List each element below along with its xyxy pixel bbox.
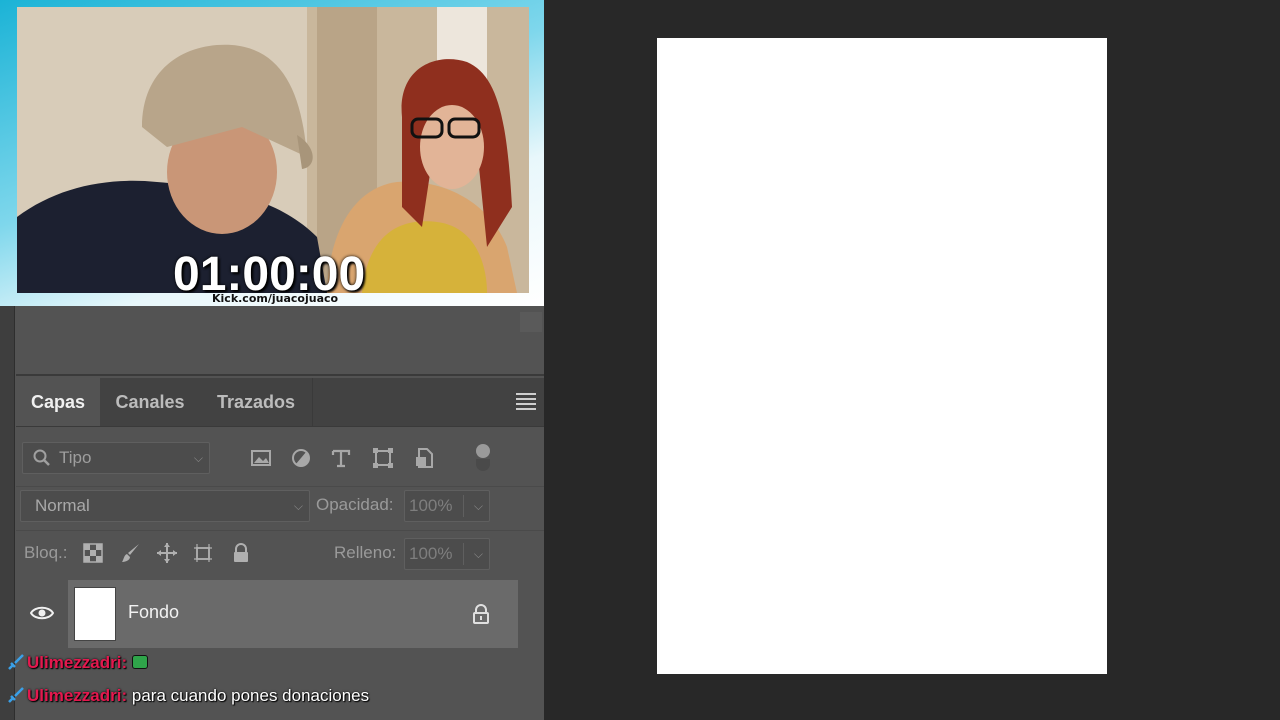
image-filter-icon[interactable] <box>250 447 272 469</box>
chat-username[interactable]: Ulimezzadri: <box>27 653 127 672</box>
layer-row[interactable]: Fondo <box>16 580 518 648</box>
chevron-down-icon: ⌵ <box>193 451 203 465</box>
fill-field[interactable]: 100% ⌵ <box>404 538 490 570</box>
opacity-field[interactable]: 100% ⌵ <box>404 490 490 522</box>
layer-kind-filter-select[interactable]: Tipo ⌵ <box>22 442 210 474</box>
panel-menu-icon[interactable] <box>516 393 536 410</box>
layer-name[interactable]: Fondo <box>128 602 179 623</box>
tab-channels[interactable]: Canales <box>100 378 200 426</box>
tab-paths[interactable]: Trazados <box>200 378 313 426</box>
scrollbar[interactable] <box>520 312 542 332</box>
search-icon <box>33 449 50 466</box>
webcam-overlay-frame: 01:00:00 Kick.com/juacojuaco <box>0 0 544 306</box>
chat-message: Ulimezzadri: para cuando pones donacione… <box>8 686 369 706</box>
lock-all-icon[interactable] <box>230 542 252 564</box>
type-filter-icon[interactable] <box>330 447 352 469</box>
eye-icon <box>30 606 54 620</box>
stream-timer: 01:00:00 <box>173 248 366 293</box>
lock-artboard-icon[interactable] <box>192 542 214 564</box>
chevron-down-icon: ⌵ <box>473 499 483 513</box>
sword-badge-icon <box>8 687 24 703</box>
lock-icon[interactable] <box>472 604 490 624</box>
webcam-video: 01:00:00 <box>17 7 529 293</box>
chevron-down-icon: ⌵ <box>293 499 303 513</box>
filter-toggle-switch[interactable] <box>476 444 492 472</box>
blend-mode-value: Normal <box>35 496 90 515</box>
lock-transparent-pixels-icon[interactable] <box>82 542 104 564</box>
fill-label: Relleno: <box>334 543 397 562</box>
chat-username[interactable]: Ulimezzadri: <box>27 686 127 705</box>
tab-layers[interactable]: Capas <box>16 378 100 426</box>
opacity-value: 100% <box>409 496 453 515</box>
chevron-down-icon: ⌵ <box>473 547 483 561</box>
visibility-toggle[interactable] <box>16 580 68 648</box>
document-canvas[interactable] <box>657 38 1107 674</box>
sword-badge-icon <box>8 654 24 670</box>
opacity-label: Opacidad: <box>316 495 394 514</box>
stream-url: Kick.com/juacojuaco <box>212 292 339 305</box>
chat-text: para cuando pones donaciones <box>131 686 370 705</box>
blend-row: Normal ⌵ Opacidad: 100% ⌵ <box>16 486 544 527</box>
lock-image-pixels-icon[interactable] <box>120 542 142 564</box>
lock-label: Bloq.: <box>24 543 68 562</box>
layers-tab-bar: Capas Canales Trazados <box>16 378 544 427</box>
shape-filter-icon[interactable] <box>372 447 394 469</box>
lock-position-icon[interactable] <box>156 542 178 564</box>
adjustment-filter-icon[interactable] <box>290 447 312 469</box>
layer-thumbnail[interactable] <box>74 587 116 641</box>
lock-row: Bloq.: Relleno: 100% ⌵ <box>16 530 544 577</box>
fill-value: 100% <box>409 544 453 563</box>
emote-icon <box>131 655 148 669</box>
upper-panel <box>16 306 544 376</box>
chat-message: Ulimezzadri: <box>8 653 148 673</box>
layer-kind-filter-label: Tipo <box>59 448 92 467</box>
blend-mode-select[interactable]: Normal ⌵ <box>20 490 310 522</box>
smart-object-filter-icon[interactable] <box>414 447 436 469</box>
layer-filter-row: Tipo ⌵ <box>16 430 544 482</box>
